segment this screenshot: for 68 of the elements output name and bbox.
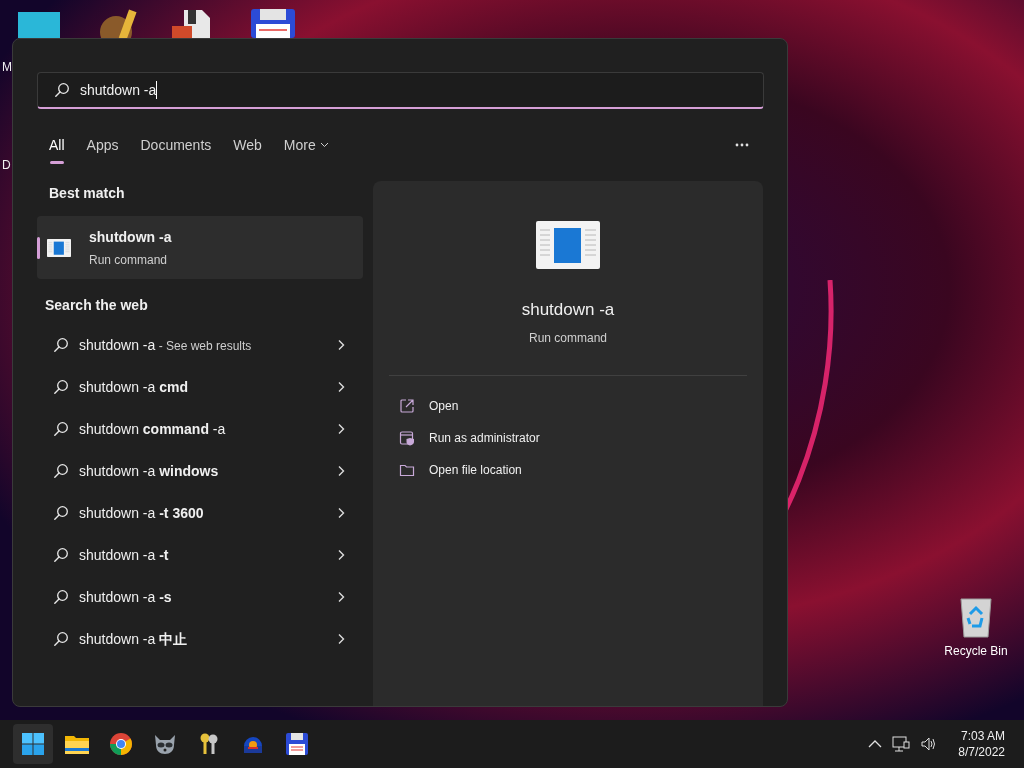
chevron-right-icon	[337, 591, 345, 603]
web-suggestion-item[interactable]: shutdown -a -t	[37, 534, 363, 576]
raccoon-icon	[153, 733, 177, 755]
web-suggestion-item[interactable]: shutdown command -a	[37, 408, 363, 450]
desktop-icon-label: D	[2, 157, 11, 174]
desktop-icon-label: M	[2, 59, 12, 76]
search-icon	[53, 379, 69, 395]
web-suggestion-item[interactable]: shutdown -a - See web results	[37, 324, 363, 366]
suggestion-text: shutdown -a -t	[79, 545, 169, 565]
chevron-right-icon	[337, 633, 345, 645]
taskbar-app-button[interactable]	[13, 724, 53, 764]
ellipsis-icon	[735, 143, 749, 147]
chevron-right-icon	[337, 507, 345, 519]
action-item[interactable]: Run as administrator	[389, 421, 747, 454]
suggestion-text: shutdown -a -t 3600	[79, 503, 204, 523]
open-external-icon	[399, 397, 415, 414]
windows-logo-icon	[21, 732, 45, 756]
recycle-bin-icon[interactable]	[958, 596, 994, 638]
search-icon	[54, 82, 70, 98]
window-icon	[47, 238, 71, 257]
network-icon[interactable]	[892, 736, 911, 752]
chevron-right-icon	[337, 339, 345, 351]
web-suggestion-item[interactable]: shutdown -a -s	[37, 576, 363, 618]
suggestion-text: shutdown -a windows	[79, 461, 219, 481]
keys-icon	[198, 732, 220, 756]
best-match-item[interactable]: shutdown -a Run command	[37, 216, 363, 279]
filter-tab[interactable]: Web	[233, 130, 262, 160]
suggestion-text: shutdown -a 中止	[79, 629, 188, 649]
filter-tab[interactable]: More	[283, 130, 329, 160]
text-cursor	[156, 81, 158, 99]
web-suggestion-item[interactable]: shutdown -a windows	[37, 450, 363, 492]
search-field[interactable]: shutdown -a	[37, 72, 764, 109]
filter-tab[interactable]: Apps	[86, 130, 119, 160]
chevron-right-icon	[337, 465, 345, 477]
suggestion-text: shutdown -a -s	[79, 587, 172, 607]
result-title: shutdown -a	[89, 227, 172, 247]
browser-logo-icon	[109, 732, 133, 756]
action-item[interactable]: Open	[389, 389, 747, 422]
search-icon	[53, 337, 69, 353]
result-subtitle: Run command	[89, 251, 169, 269]
web-suggestion-item[interactable]: shutdown -a cmd	[37, 366, 363, 408]
action-item[interactable]: Open file location	[389, 453, 747, 486]
chevron-up-icon[interactable]	[868, 739, 883, 749]
folder-icon	[64, 733, 90, 755]
search-icon	[53, 421, 69, 437]
search-icon	[53, 547, 69, 563]
search-icon	[53, 589, 69, 605]
chevron-right-icon	[337, 423, 345, 435]
filter-tab[interactable]: Documents	[140, 130, 212, 160]
search-icon	[53, 505, 69, 521]
preview-subtitle: Run command	[528, 329, 607, 347]
suggestion-text: shutdown -a cmd	[79, 377, 188, 397]
web-suggestion-item[interactable]: shutdown -a 中止	[37, 618, 363, 660]
suggestion-text: shutdown -a - See web results	[79, 335, 252, 355]
shield-window-icon	[399, 429, 415, 446]
chevron-right-icon	[337, 549, 345, 561]
suggestion-text: shutdown command -a	[79, 419, 226, 439]
recycle-bin-label: Recycle Bin	[944, 643, 1008, 660]
search-icon	[53, 631, 69, 647]
web-suggestion-item[interactable]: shutdown -a -t 3600	[37, 492, 363, 534]
section-heading: Search the web	[44, 296, 149, 315]
chevron-right-icon	[337, 381, 345, 393]
window-icon	[536, 221, 600, 269]
clock-date[interactable]: 8/7/2022	[958, 744, 1005, 760]
section-heading: Best match	[48, 184, 126, 203]
search-icon	[53, 463, 69, 479]
preview-title: shutdown -a	[521, 299, 615, 321]
clock-time[interactable]: 7:03 AM	[960, 728, 1005, 744]
